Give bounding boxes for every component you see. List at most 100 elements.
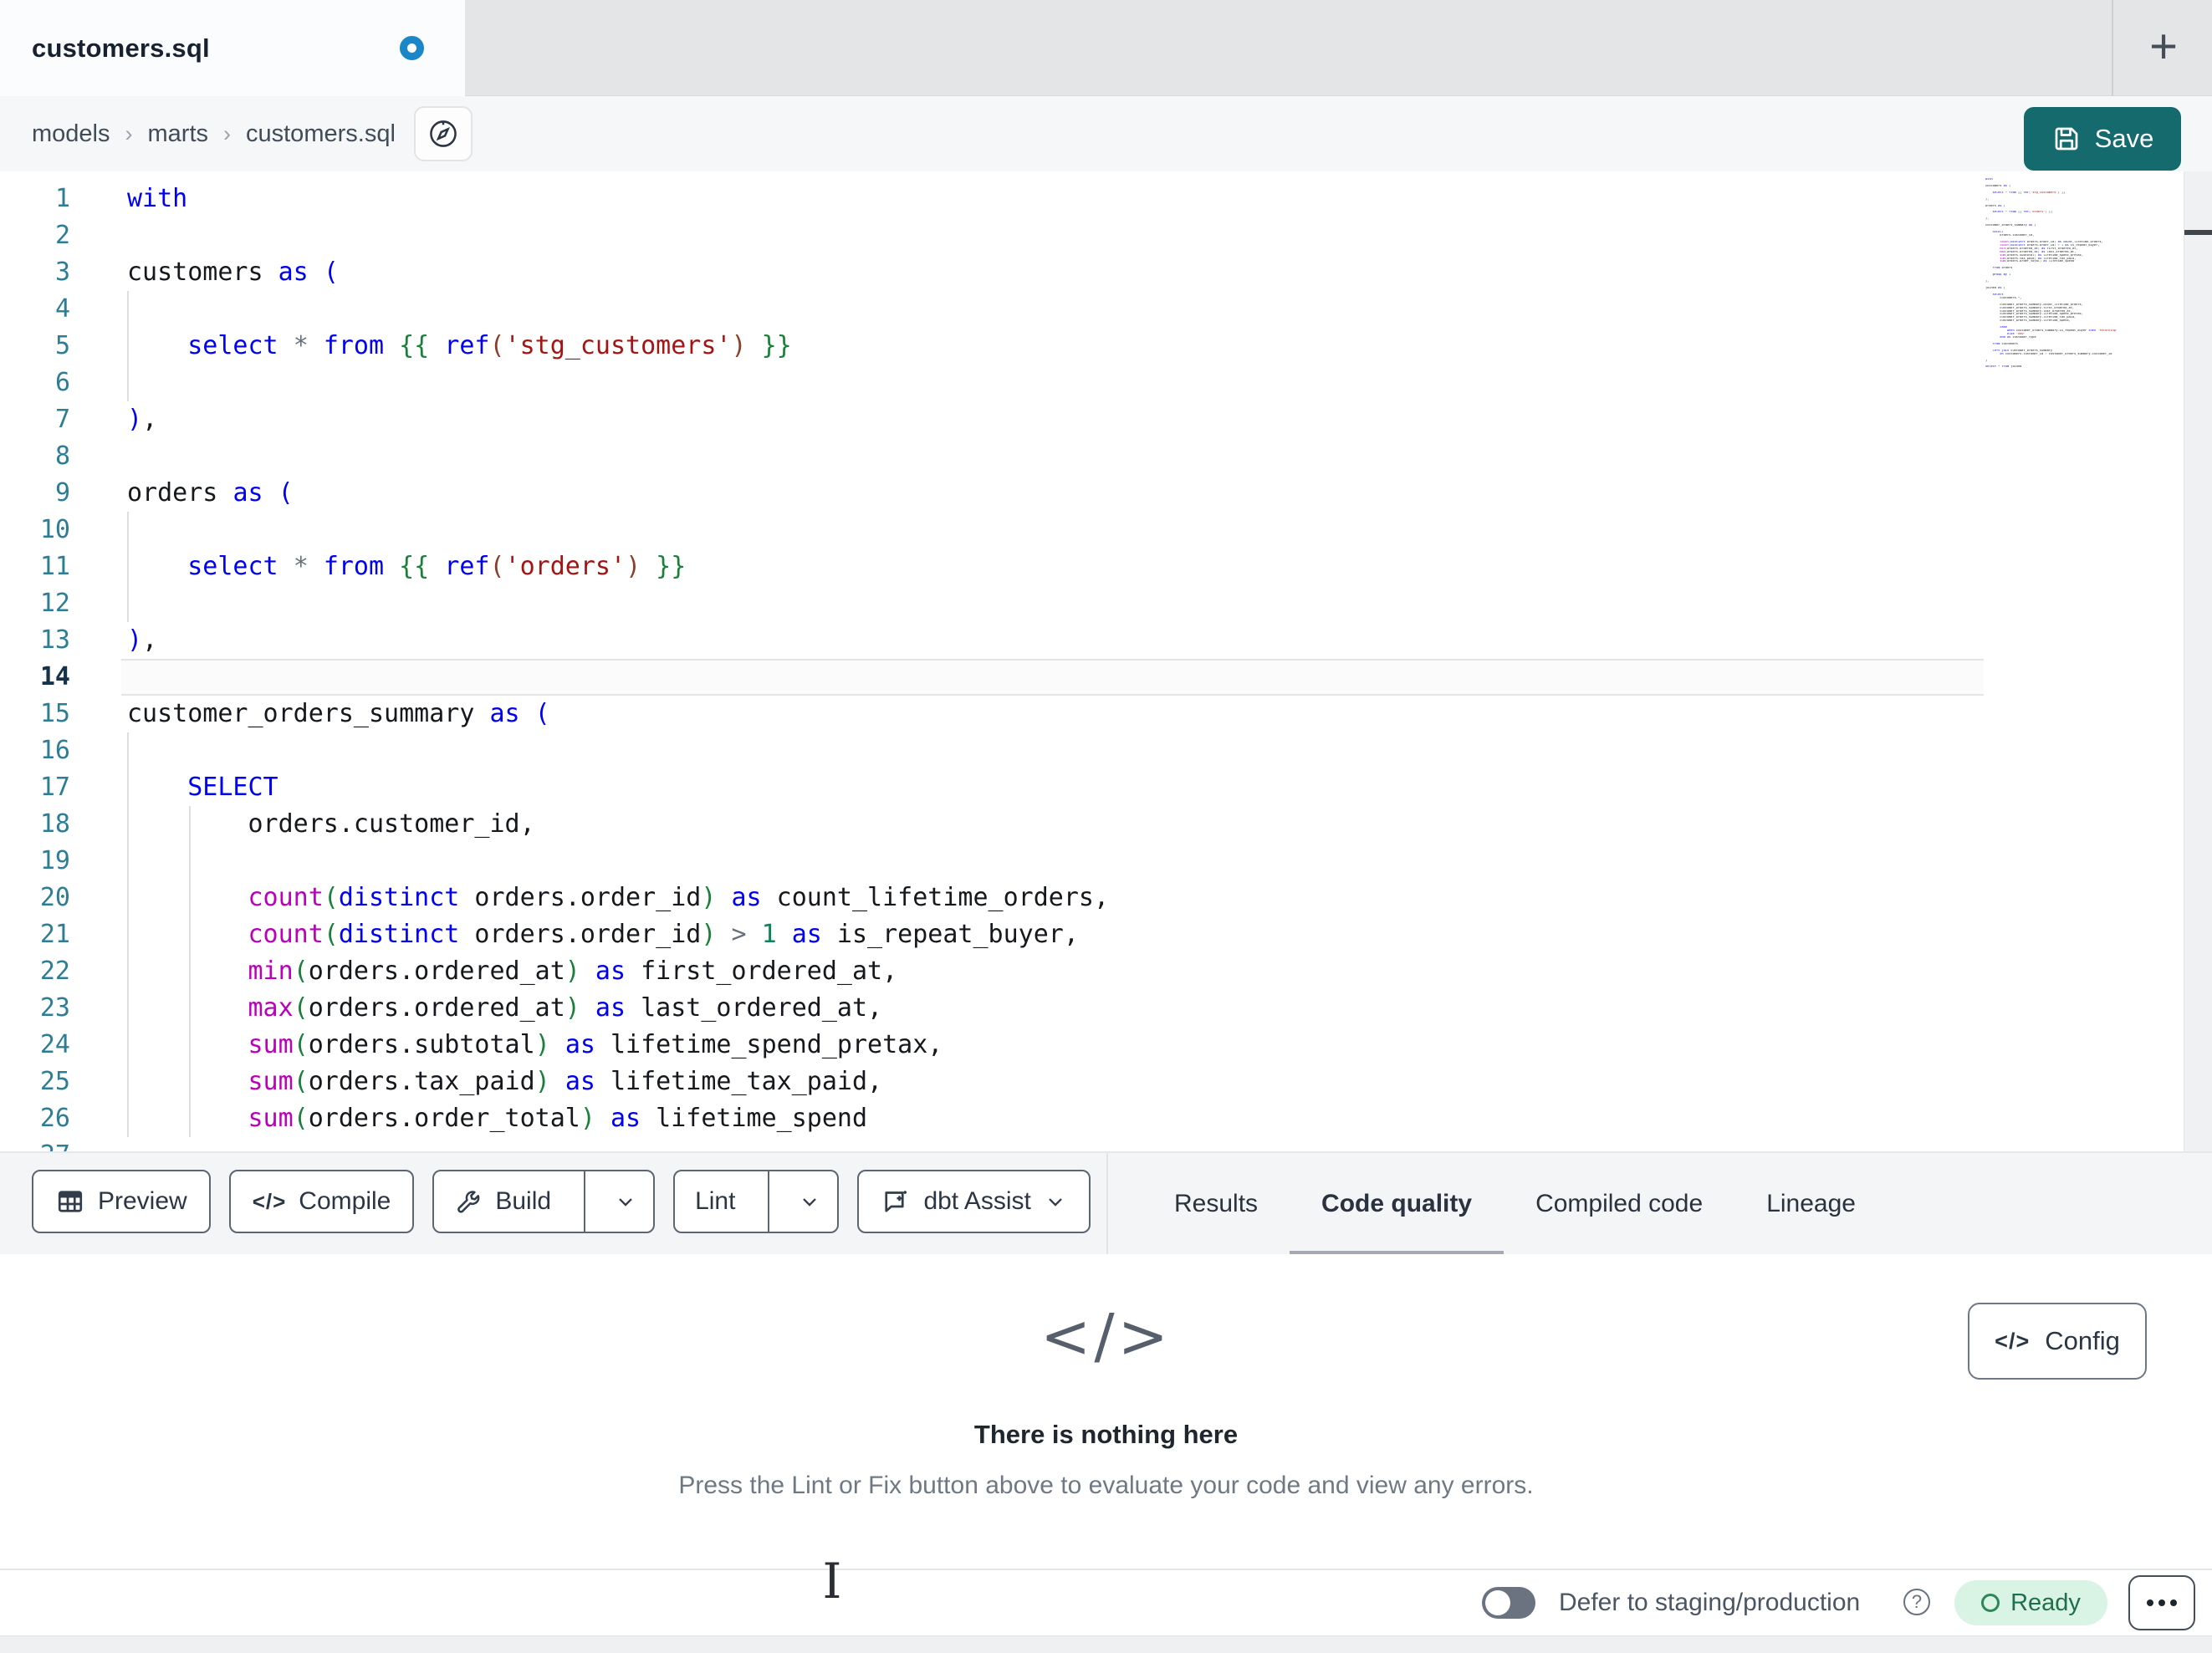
editor-scrollbar[interactable] <box>2184 171 2212 1151</box>
code-line[interactable]: 11 select * from {{ ref('orders') }} <box>0 548 2141 585</box>
file-navigate-button[interactable] <box>413 106 473 161</box>
help-icon[interactable]: ? <box>1903 1589 1930 1615</box>
line-number: 27 <box>0 1137 70 1151</box>
empty-state: </> There is nothing here Press the Lint… <box>0 1254 2212 1569</box>
line-number: 13 <box>39 625 70 655</box>
line-number: 16 <box>39 736 70 765</box>
line-number: 25 <box>39 1067 70 1096</box>
code-line[interactable]: 23 max(orders.ordered_at) as last_ordere… <box>0 990 2141 1027</box>
lint-dropdown-button[interactable] <box>782 1171 837 1232</box>
tab-results[interactable]: Results <box>1142 1153 1290 1255</box>
line-number: 12 <box>39 589 70 618</box>
line-number: 20 <box>39 883 70 912</box>
code-line[interactable]: 20 count(distinct orders.order_id) as co… <box>0 880 2141 916</box>
compass-icon <box>427 118 459 150</box>
tab-bar-divider <box>2112 0 2113 96</box>
breadcrumb-marts[interactable]: marts <box>148 120 209 148</box>
build-dropdown-button[interactable] <box>598 1171 653 1232</box>
code-line[interactable]: 4 <box>0 291 2141 328</box>
code-line[interactable]: 16 <box>0 732 2141 769</box>
result-tabs: Results Code quality Compiled code Linea… <box>1142 1153 1888 1255</box>
lint-button[interactable]: Lint <box>675 1171 755 1232</box>
line-number: 7 <box>54 405 70 434</box>
line-number: 17 <box>39 773 70 802</box>
preview-button-label: Preview <box>98 1187 187 1215</box>
empty-state-title: There is nothing here <box>973 1420 1239 1449</box>
code-line[interactable]: 27 <box>0 1137 2141 1151</box>
code-editor[interactable]: 1 with 2 3 customers as (4 5 select * from {{… <box>0 171 2212 1152</box>
code-line[interactable]: 12 <box>0 585 2141 622</box>
code-line[interactable]: 10 <box>0 512 2141 548</box>
line-number: 19 <box>39 846 70 875</box>
code-line[interactable]: 14 <box>0 659 2141 696</box>
save-icon <box>2051 124 2082 154</box>
code-line[interactable]: 21 count(distinct orders.order_id) > 1 a… <box>0 916 2141 953</box>
save-button[interactable]: Save <box>2024 107 2181 171</box>
build-split-button: Build <box>432 1170 656 1233</box>
code-lines[interactable]: 1 with 2 3 customers as (4 5 select * from {{… <box>0 181 2141 1151</box>
tab-compiled-code-label: Compiled code <box>1535 1190 1704 1217</box>
code-line[interactable]: 3 customers as ( <box>0 254 2141 291</box>
line-number: 2 <box>54 221 70 250</box>
save-button-label: Save <box>2094 124 2154 153</box>
dbt-assist-button[interactable]: dbt Assist <box>857 1170 1091 1233</box>
minimap[interactable]: with customers as ( select * from {{ ref(… <box>1985 178 2153 369</box>
code-line[interactable]: 25 sum(orders.tax_paid) as lifetime_tax_… <box>0 1064 2141 1100</box>
line-number: 15 <box>39 699 70 728</box>
compile-button[interactable]: </> Compile <box>228 1170 415 1233</box>
build-button[interactable]: Build <box>434 1171 571 1232</box>
more-options-icon <box>2147 1599 2153 1606</box>
code-line[interactable]: 17 SELECT <box>0 769 2141 806</box>
toggle-knob <box>1485 1590 1510 1615</box>
code-line[interactable]: 6 <box>0 365 2141 401</box>
line-number: 8 <box>54 441 70 471</box>
wrench-icon <box>454 1187 483 1216</box>
breadcrumb: models › marts › customers.sql <box>32 120 396 148</box>
tab-compiled-code[interactable]: Compiled code <box>1504 1153 1734 1255</box>
config-button-label: Config <box>2045 1326 2120 1355</box>
code-line[interactable]: 19 <box>0 843 2141 880</box>
more-options-button[interactable] <box>2128 1575 2195 1630</box>
config-button[interactable]: </> Config <box>1968 1303 2147 1380</box>
table-icon <box>55 1186 85 1217</box>
defer-toggle[interactable] <box>1482 1587 1535 1619</box>
line-number: 9 <box>54 478 70 508</box>
toolbar-tabs-divider <box>1106 1153 1108 1255</box>
lint-split-button: Lint <box>673 1170 840 1233</box>
file-tab-title: customers.sql <box>32 33 210 63</box>
code-line[interactable]: 8 <box>0 438 2141 475</box>
line-number: 5 <box>54 331 70 360</box>
code-line[interactable]: 22 min(orders.ordered_at) as first_order… <box>0 953 2141 990</box>
tab-results-label: Results <box>1174 1190 1259 1217</box>
line-number: 6 <box>54 368 70 397</box>
tab-lineage[interactable]: Lineage <box>1734 1153 1888 1255</box>
defer-label: Defer to staging/production <box>1559 1589 1861 1616</box>
chevron-down-icon <box>1044 1190 1067 1213</box>
breadcrumb-models[interactable]: models <box>32 120 110 148</box>
code-line[interactable]: 7), <box>0 401 2141 438</box>
text-cursor-pointer: I <box>822 1553 842 1610</box>
code-line[interactable]: 13), <box>0 622 2141 659</box>
preview-button[interactable]: Preview <box>32 1170 211 1233</box>
code-line[interactable]: 15 customer_orders_summary as ( <box>0 696 2141 732</box>
line-number: 22 <box>39 957 70 986</box>
code-line[interactable]: 5 select * from {{ ref('stg_customers') … <box>0 328 2141 365</box>
tab-lineage-label: Lineage <box>1766 1190 1856 1217</box>
breadcrumb-file: customers.sql <box>246 120 396 147</box>
code-icon: </> <box>252 1188 287 1214</box>
line-number: 1 <box>54 184 70 213</box>
dbt-assist-button-label: dbt Assist <box>923 1187 1031 1215</box>
code-line[interactable]: 2 <box>0 217 2141 254</box>
tab-code-quality[interactable]: Code quality <box>1290 1153 1504 1255</box>
code-line[interactable]: 1 with <box>0 181 2141 217</box>
code-line[interactable]: 9 orders as ( <box>0 475 2141 512</box>
code-line[interactable]: 24 sum(orders.subtotal) as lifetime_spen… <box>0 1027 2141 1064</box>
status-circle-icon <box>1981 1594 2000 1612</box>
line-number: 3 <box>54 258 70 287</box>
new-tab-button[interactable]: + <box>2134 17 2193 77</box>
code-line[interactable]: 26 sum(orders.order_total) as lifetime_s… <box>0 1100 2141 1137</box>
window-bottom-strip <box>0 1635 2212 1653</box>
file-tab-customers-sql[interactable]: customers.sql <box>0 0 465 97</box>
scrollbar-marker[interactable] <box>2184 230 2212 235</box>
code-line[interactable]: 18 orders.customer_id, <box>0 806 2141 843</box>
